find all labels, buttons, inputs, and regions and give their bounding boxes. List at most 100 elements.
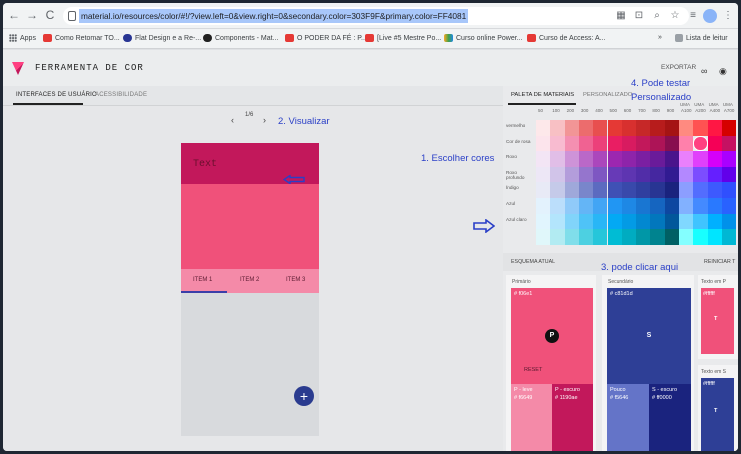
- zoom-icon[interactable]: ⌕: [651, 10, 663, 22]
- palette-swatch[interactable]: [564, 182, 579, 198]
- bookmark-apps[interactable]: Apps: [9, 34, 36, 42]
- palette-swatch[interactable]: [721, 120, 737, 136]
- palette-swatch[interactable]: [564, 120, 579, 136]
- star-icon[interactable]: ☆: [669, 10, 681, 22]
- palette-swatch[interactable]: [536, 198, 551, 214]
- palette-swatch[interactable]: [693, 166, 708, 183]
- more-bookmarks-icon[interactable]: »: [658, 34, 662, 41]
- palette-swatch[interactable]: [707, 120, 722, 136]
- palette-swatch[interactable]: [564, 166, 579, 183]
- palette-swatch[interactable]: [707, 198, 722, 214]
- bookmark-item[interactable]: Como Retomar TO...: [43, 34, 120, 42]
- translate-icon[interactable]: ⊡: [633, 10, 645, 22]
- palette-swatch[interactable]: [721, 198, 737, 214]
- link-icon[interactable]: ∞: [701, 66, 707, 76]
- palette-swatch[interactable]: [721, 182, 737, 198]
- palette-swatch[interactable]: [693, 151, 708, 167]
- palette-swatch[interactable]: [721, 151, 737, 167]
- palette-swatch[interactable]: [578, 229, 594, 245]
- palette-swatch[interactable]: [607, 120, 622, 136]
- lock-icon[interactable]: [68, 11, 76, 21]
- palette-swatch[interactable]: [636, 151, 651, 167]
- palette-swatch[interactable]: [679, 213, 694, 230]
- tab-accessibility[interactable]: ACESSIBILIDADE: [95, 92, 147, 98]
- palette-swatch[interactable]: [578, 213, 594, 230]
- text-on-primary-swatch[interactable]: #ffffff T: [701, 288, 734, 354]
- palette-swatch[interactable]: [564, 151, 579, 167]
- palette-swatch[interactable]: [564, 229, 579, 245]
- tab-user-interfaces[interactable]: INTERFACES DE USUÁRIO: [16, 92, 97, 98]
- palette-swatch[interactable]: [679, 151, 694, 167]
- palette-swatch[interactable]: [679, 120, 694, 136]
- palette-swatch[interactable]: [621, 229, 637, 245]
- current-scheme-tab[interactable]: ESQUEMA ATUAL: [511, 259, 555, 265]
- palette-swatch[interactable]: [607, 135, 622, 152]
- tab-custom[interactable]: PERSONALIZADO: [583, 92, 632, 98]
- palette-swatch[interactable]: [707, 135, 722, 152]
- palette-swatch[interactable]: [593, 182, 608, 198]
- palette-swatch[interactable]: [650, 198, 665, 214]
- reset-primary-button[interactable]: RESET: [524, 367, 542, 373]
- palette-swatch[interactable]: [693, 120, 708, 136]
- reload-icon[interactable]: C: [43, 8, 57, 22]
- palette-swatch[interactable]: [593, 151, 608, 167]
- preview-tab-item[interactable]: ITEM 1: [193, 277, 212, 283]
- back-icon[interactable]: ←: [7, 8, 21, 22]
- palette-swatch[interactable]: [607, 229, 622, 245]
- palette-swatch[interactable]: [693, 135, 708, 152]
- palette-swatch[interactable]: [679, 229, 694, 245]
- palette-swatch[interactable]: [721, 166, 737, 183]
- profile-avatar[interactable]: [703, 9, 717, 23]
- palette-swatch[interactable]: [707, 182, 722, 198]
- palette-swatch[interactable]: [564, 198, 579, 214]
- palette-swatch[interactable]: [707, 229, 722, 245]
- palette-swatch[interactable]: [607, 151, 622, 167]
- address-bar[interactable]: material.io/resources/color/#!/?view.lef…: [63, 7, 689, 25]
- palette-swatch[interactable]: [607, 198, 622, 214]
- palette-swatch[interactable]: [707, 213, 722, 230]
- secondary-light-swatch[interactable]: Pouco # f5646: [607, 384, 649, 451]
- palette-swatch[interactable]: [721, 213, 737, 230]
- palette-swatch[interactable]: [564, 135, 579, 152]
- reading-list-button[interactable]: Lista de leitur: [675, 34, 728, 42]
- palette-swatch[interactable]: [679, 166, 694, 183]
- palette-swatch[interactable]: [621, 198, 637, 214]
- preview-tab-item[interactable]: ITEM 2: [240, 277, 259, 283]
- palette-swatch[interactable]: [664, 166, 679, 183]
- palette-swatch[interactable]: [536, 135, 551, 152]
- palette-swatch[interactable]: [621, 151, 637, 167]
- reading-list-icon[interactable]: ≡: [686, 9, 700, 23]
- palette-swatch[interactable]: [578, 166, 594, 183]
- palette-swatch[interactable]: [650, 213, 665, 230]
- next-page-button[interactable]: ›: [263, 115, 266, 125]
- palette-swatch[interactable]: [650, 120, 665, 136]
- palette-swatch[interactable]: [636, 182, 651, 198]
- palette-swatch[interactable]: [593, 135, 608, 152]
- palette-swatch[interactable]: [593, 229, 608, 245]
- palette-swatch[interactable]: [536, 182, 551, 198]
- bookmark-item[interactable]: Curso de Access: A...: [527, 34, 606, 42]
- add-fab-button[interactable]: +: [294, 386, 314, 406]
- palette-swatch[interactable]: [578, 198, 594, 214]
- palette-swatch[interactable]: [664, 213, 679, 230]
- palette-swatch[interactable]: [650, 135, 665, 152]
- qr-code-icon[interactable]: ▦: [615, 10, 627, 22]
- palette-swatch[interactable]: [536, 120, 551, 136]
- palette-swatch[interactable]: [550, 229, 565, 245]
- palette-swatch[interactable]: [607, 213, 622, 230]
- palette-swatch[interactable]: [636, 120, 651, 136]
- palette-swatch[interactable]: [607, 182, 622, 198]
- palette-swatch[interactable]: [593, 120, 608, 136]
- palette-swatch[interactable]: [578, 182, 594, 198]
- palette-swatch[interactable]: [693, 213, 708, 230]
- palette-swatch[interactable]: [707, 151, 722, 167]
- palette-swatch[interactable]: [650, 166, 665, 183]
- palette-swatch[interactable]: [578, 120, 594, 136]
- palette-swatch[interactable]: [621, 213, 637, 230]
- palette-swatch[interactable]: [564, 213, 579, 230]
- bookmark-item[interactable]: Components - Mat...: [203, 34, 278, 42]
- palette-swatch[interactable]: [536, 229, 551, 245]
- palette-swatch[interactable]: [679, 182, 694, 198]
- palette-swatch[interactable]: [664, 135, 679, 152]
- menu-icon[interactable]: ⋮: [721, 9, 735, 23]
